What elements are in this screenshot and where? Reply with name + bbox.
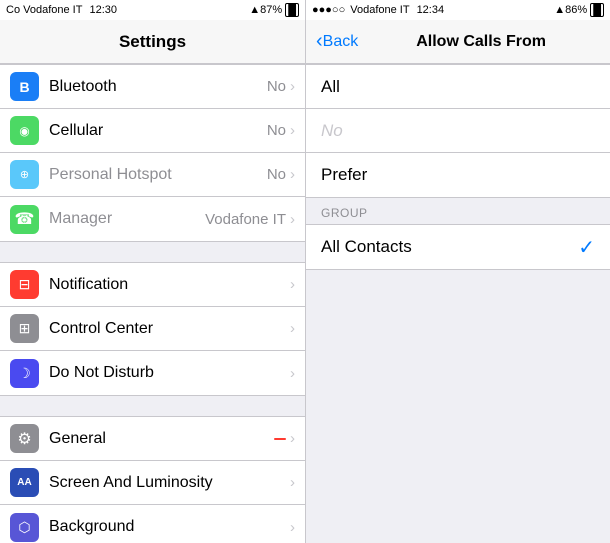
right-list: All No Prefer GROUP All Contacts ✓ <box>306 64 610 543</box>
signal-left: ▲87% <box>249 4 282 16</box>
general-badge <box>274 438 286 440</box>
right-time: 12:34 <box>417 4 445 16</box>
option-prefer-label: Prefer <box>321 165 595 185</box>
cellular-value: No <box>267 122 286 139</box>
right-battery: █ <box>590 4 604 16</box>
settings-item-screen[interactable]: AA Screen And Luminosity › <box>0 461 305 505</box>
settings-item-cellular[interactable]: ◉ Cellular No › <box>0 109 305 153</box>
back-label: Back <box>323 33 359 51</box>
settings-item-notifications[interactable]: ⊟ Notification › <box>0 263 305 307</box>
back-button[interactable]: ‹ Back <box>316 30 358 53</box>
screen-label: Screen And Luminosity <box>49 474 290 492</box>
settings-item-general[interactable]: ⚙ General › <box>0 417 305 461</box>
bluetooth-label: Bluetooth <box>49 78 267 96</box>
settings-item-do-not-disturb[interactable]: ☽ Do Not Disturb › <box>0 351 305 395</box>
hotspot-chevron: › <box>290 166 295 183</box>
manager-chevron: › <box>290 211 295 228</box>
notifications-chevron: › <box>290 276 295 293</box>
back-chevron-icon: ‹ <box>316 30 323 53</box>
all-contacts-checkmark: ✓ <box>578 235 595 260</box>
manager-icon: ☎ <box>10 205 39 234</box>
left-panel: Co Vodafone IT 12:30 ▲87% █ Settings B B… <box>0 0 305 543</box>
right-carrier-name: Vodafone IT <box>350 4 409 16</box>
general-chevron: › <box>290 430 295 447</box>
right-status-left: ●●●○○ Vodafone IT 12:34 <box>312 4 444 16</box>
settings-item-hotspot[interactable]: ⊕ Personal Hotspot No › <box>0 153 305 197</box>
group-header-label: GROUP <box>321 206 368 220</box>
background-label: Background <box>49 518 290 536</box>
notifications-icon: ⊟ <box>10 270 39 299</box>
battery-icon-right: █ <box>590 3 604 17</box>
option-prefer[interactable]: Prefer <box>306 153 610 197</box>
option-all-label: All <box>321 77 595 97</box>
do-not-disturb-label: Do Not Disturb <box>49 364 290 382</box>
general-icon: ⚙ <box>10 424 39 453</box>
manager-label: Manager <box>49 210 205 228</box>
group-section-header: GROUP <box>306 198 610 224</box>
bluetooth-value: No <box>267 78 286 95</box>
right-nav-title: Allow Calls From <box>362 33 600 51</box>
allow-calls-group: All No Prefer <box>306 64 610 198</box>
option-no-label: No <box>321 121 595 141</box>
option-all[interactable]: All <box>306 65 610 109</box>
settings-item-bluetooth[interactable]: B Bluetooth No › <box>0 65 305 109</box>
settings-item-control-center[interactable]: ⊞ Control Center › <box>0 307 305 351</box>
left-nav-title: Settings <box>119 32 186 52</box>
screen-icon: AA <box>10 468 39 497</box>
hotspot-value: No <box>267 166 286 183</box>
bluetooth-icon: B <box>10 72 39 101</box>
battery-icon-left: █ <box>285 3 299 17</box>
control-center-label: Control Center <box>49 320 290 338</box>
right-carrier-dots: ●●●○○ <box>312 4 345 16</box>
battery-left: █ <box>285 4 299 16</box>
settings-group-3: ⚙ General › AA Screen And Luminosity › ⬡… <box>0 416 305 543</box>
screen-chevron: › <box>290 474 295 491</box>
carrier-text: Co Vodafone IT <box>6 4 82 16</box>
control-center-chevron: › <box>290 320 295 337</box>
hotspot-label: Personal Hotspot <box>49 166 267 184</box>
settings-item-manager[interactable]: ☎ Manager Vodafone IT › <box>0 197 305 241</box>
group-contacts-group: All Contacts ✓ <box>306 224 610 270</box>
left-status-bar: Co Vodafone IT 12:30 ▲87% █ <box>0 0 305 20</box>
background-icon: ⬡ <box>10 513 39 542</box>
option-no[interactable]: No <box>306 109 610 153</box>
option-all-contacts[interactable]: All Contacts ✓ <box>306 225 610 269</box>
notifications-label: Notification <box>49 276 290 294</box>
cellular-icon: ◉ <box>10 116 39 145</box>
settings-group-1: B Bluetooth No › ◉ Cellular No › ⊕ Perso… <box>0 64 305 242</box>
bluetooth-chevron: › <box>290 78 295 95</box>
background-chevron: › <box>290 519 295 536</box>
manager-value: Vodafone IT <box>205 211 286 228</box>
left-status-right: ▲87% █ <box>249 4 299 16</box>
control-center-icon: ⊞ <box>10 314 39 343</box>
right-panel: ●●●○○ Vodafone IT 12:34 ▲86% █ ‹ Back Al… <box>305 0 610 543</box>
general-label: General <box>49 430 274 448</box>
do-not-disturb-icon: ☽ <box>10 359 39 388</box>
time-left: 12:30 <box>89 4 117 16</box>
settings-list: B Bluetooth No › ◉ Cellular No › ⊕ Perso… <box>0 64 305 543</box>
do-not-disturb-chevron: › <box>290 365 295 382</box>
all-contacts-label: All Contacts <box>321 237 578 257</box>
hotspot-icon: ⊕ <box>10 160 39 189</box>
left-status-carrier: Co Vodafone IT 12:30 <box>6 4 117 16</box>
right-nav-bar: ‹ Back Allow Calls From <box>306 20 610 64</box>
right-status-bar: ●●●○○ Vodafone IT 12:34 ▲86% █ <box>306 0 610 20</box>
cellular-chevron: › <box>290 122 295 139</box>
cellular-label: Cellular <box>49 122 267 140</box>
settings-group-2: ⊟ Notification › ⊞ Control Center › ☽ Do… <box>0 262 305 396</box>
right-status-right: ▲86% █ <box>554 4 604 16</box>
settings-item-background[interactable]: ⬡ Background › <box>0 505 305 543</box>
right-signal: ▲86% <box>554 4 587 16</box>
left-nav-bar: Settings <box>0 20 305 64</box>
